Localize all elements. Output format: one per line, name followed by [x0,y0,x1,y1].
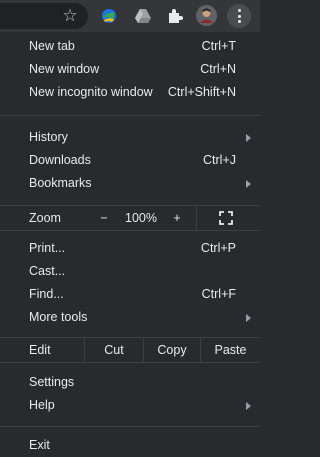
submenu-arrow-icon [246,180,251,188]
menu-item-new-window[interactable]: New window Ctrl+N [0,58,260,81]
menu-item-label: Find... [29,287,64,301]
menu-item-label: Help [29,398,55,412]
edit-label: Edit [29,343,51,357]
menu-item-bookmarks[interactable]: Bookmarks [0,172,260,195]
address-bar[interactable]: ☆ [0,3,88,29]
menu-item-label: Settings [29,375,75,389]
menu-item-print[interactable]: Print... Ctrl+P [0,237,260,260]
zoom-out-button[interactable]: − [96,206,112,230]
menu-item-shortcut: Ctrl+F [201,287,236,301]
browser-toolbar: ☆ [0,0,260,32]
extensions-puzzle-icon[interactable] [166,7,184,25]
submenu-arrow-icon [246,402,251,410]
menu-item-label: Downloads [29,153,91,167]
menu-item-shortcut: Ctrl+J [203,153,236,167]
menu-item-new-incognito-window[interactable]: New incognito window Ctrl+Shift+N [0,81,260,104]
zoom-level: 100% [125,211,157,225]
more-menu-icon[interactable] [227,4,251,28]
profile-avatar[interactable] [196,5,217,26]
zoom-row: Zoom − 100% + [0,206,260,230]
menu-item-label: Cast... [29,264,66,278]
zoom-divider [196,206,197,230]
cut-button[interactable]: Cut [85,338,143,362]
paste-button[interactable]: Paste [201,338,260,362]
menu-item-label: Exit [29,438,50,452]
zoom-label: Zoom [29,211,61,225]
menu-item-label: Bookmarks [29,176,92,190]
fullscreen-icon[interactable] [219,211,233,225]
menu-item-shortcut: Ctrl+T [201,39,236,53]
menu-item-label: New incognito window [29,85,153,99]
menu-item-settings[interactable]: Settings [0,371,260,394]
menu-item-more-tools[interactable]: More tools [0,306,260,329]
menu-item-history[interactable]: History [0,126,260,149]
menu-item-label: New window [29,62,100,76]
edit-row: Edit Cut Copy Paste [0,338,260,362]
menu-item-shortcut: Ctrl+N [200,62,236,76]
menu-item-shortcut: Ctrl+Shift+N [167,85,236,99]
menu-item-label: History [29,130,68,144]
menu-item-downloads[interactable]: Downloads Ctrl+J [0,149,260,172]
menu-item-help[interactable]: Help [0,394,260,417]
menu-item-label: More tools [29,310,88,324]
chrome-main-menu: New tab Ctrl+T New window Ctrl+N New inc… [0,32,260,457]
submenu-arrow-icon [246,314,251,322]
google-earth-extension-icon[interactable] [100,7,118,25]
copy-button[interactable]: Copy [144,338,200,362]
google-drive-extension-icon[interactable] [134,7,152,25]
menu-item-exit[interactable]: Exit [0,434,260,457]
menu-item-new-tab[interactable]: New tab Ctrl+T [0,35,260,58]
zoom-in-button[interactable]: + [169,206,185,230]
menu-item-label: New tab [29,39,75,53]
star-icon[interactable]: ☆ [62,7,78,24]
menu-item-shortcut: Ctrl+P [200,241,236,255]
menu-item-find[interactable]: Find... Ctrl+F [0,283,260,306]
menu-item-cast[interactable]: Cast... [0,260,260,283]
menu-item-label: Print... [29,241,66,255]
submenu-arrow-icon [246,134,251,142]
